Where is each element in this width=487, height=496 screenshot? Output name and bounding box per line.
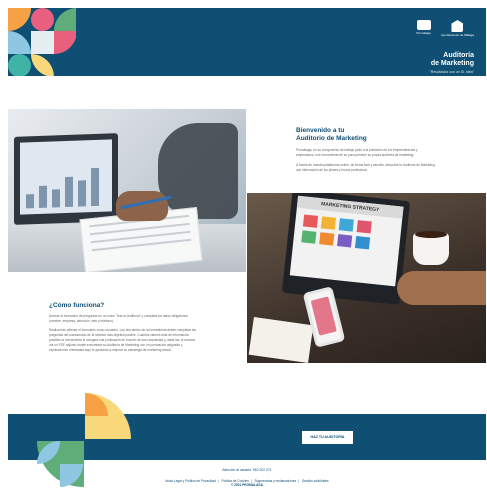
how-it-works-section: ¿Cómo funciona? Accede al formulario de … (49, 302, 199, 353)
laptop-image (14, 133, 118, 225)
intro-paragraph: Promálaga, en su compromiso de trabajo j… (296, 148, 418, 157)
site-header: Promálaga Ayuntamiento de Málaga Auditor… (8, 8, 486, 76)
header-pattern-decoration (8, 8, 76, 76)
intro-title-line-1: Bienvenido a tu (296, 127, 345, 134)
brand-title-line-2: de Marketing (430, 60, 474, 67)
requests-link[interactable]: Gestión solicitudes (302, 479, 329, 483)
start-audit-button[interactable]: HAZ TU AUDITORÍA (302, 431, 353, 444)
how-paragraph: Realiza tras rellenar el formulario como… (49, 328, 197, 352)
coffee-image (415, 231, 447, 238)
brand-title-line-1: Auditoría (443, 52, 474, 59)
logo-label: Ayuntamiento de Málaga (440, 33, 474, 37)
malaga-logo-icon[interactable]: Promálaga (416, 20, 431, 37)
how-title: ¿Cómo funciona? (49, 302, 105, 309)
office-photo (8, 109, 246, 272)
intro-section: Bienvenido a tu Auditorio de Marketing P… (296, 127, 436, 173)
site-brand: Auditoría de Marketing "Resultados con u… (429, 52, 474, 74)
how-paragraph: Accede al formulario de preguntas en un … (49, 314, 188, 323)
laptop-screen-chart (20, 139, 112, 215)
notebook-image (248, 317, 314, 363)
copyright: © 2021 PROMÁLAGA (230, 483, 264, 487)
support-phone: Atención al usuario: 952 202 071 (222, 468, 272, 472)
intro-paragraph: A través de nuestra plataforma online, d… (296, 163, 435, 172)
logo-label: Promálaga (416, 31, 431, 35)
partner-logos: Promálaga Ayuntamiento de Málaga (416, 20, 474, 37)
laptop-image: MARKETING STRATEGY (281, 193, 411, 305)
city-hall-logo-icon[interactable]: Ayuntamiento de Málaga (441, 20, 474, 37)
legal-privacy-link[interactable]: Aviso Legal y Política de Privacidad (165, 479, 215, 483)
person-image (158, 123, 238, 219)
laptop-screen: MARKETING STRATEGY (289, 195, 404, 287)
intro-title-line-2: Auditorio de Marketing (296, 135, 367, 142)
brand-tagline: "Resultados con un Sí. Idea" (429, 70, 474, 74)
arm-image (397, 271, 486, 305)
marketing-strategy-photo: MARKETING STRATEGY (247, 193, 486, 363)
legal-links: Aviso Legal y Política de Privacidad | Po… (130, 479, 364, 487)
